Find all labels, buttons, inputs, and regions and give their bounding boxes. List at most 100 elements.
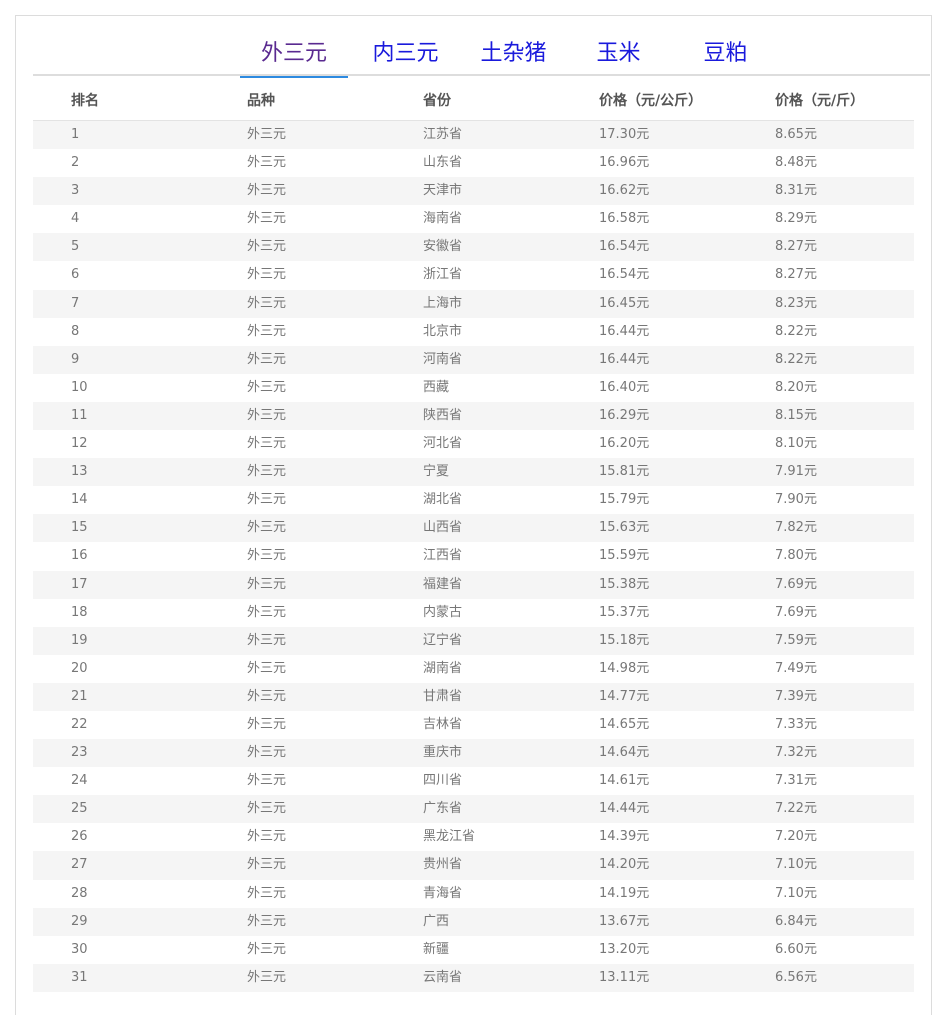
variety-cell: 外三元 bbox=[247, 716, 287, 732]
rank-cell: 9 bbox=[71, 351, 80, 367]
province-cell: 山东省 bbox=[423, 155, 463, 171]
price-kg-cell: 13.20元 bbox=[599, 941, 650, 957]
variety-cell: 外三元 bbox=[247, 295, 287, 311]
price-kg-cell: 16.62元 bbox=[599, 183, 650, 199]
rank-cell: 14 bbox=[71, 492, 88, 508]
rank-cell: 24 bbox=[71, 773, 88, 789]
price-jin-cell: 7.39元 bbox=[775, 688, 817, 704]
province-cell: 江西省 bbox=[423, 548, 463, 564]
price-jin-cell: 6.84元 bbox=[775, 913, 817, 929]
rank-cell: 19 bbox=[71, 632, 88, 648]
price-jin-cell: 7.31元 bbox=[775, 773, 817, 789]
rank-cell: 13 bbox=[71, 464, 88, 480]
variety-cell: 外三元 bbox=[247, 576, 287, 592]
price-jin-cell: 7.10元 bbox=[775, 885, 817, 901]
province-cell: 宁夏 bbox=[423, 464, 450, 480]
price-kg-cell: 17.30元 bbox=[599, 127, 650, 142]
rank-cell: 17 bbox=[71, 576, 88, 592]
price-jin-cell: 8.23元 bbox=[775, 295, 817, 311]
price-jin-cell: 8.31元 bbox=[775, 183, 817, 199]
table-row: 31 外三元 云南省 13.11元 6.56元 bbox=[33, 963, 914, 992]
table-row: 4 外三元 海南省 16.58元 8.29元 bbox=[33, 205, 914, 233]
rank-cell: 12 bbox=[71, 436, 88, 452]
province-cell: 贵州省 bbox=[423, 857, 463, 873]
price-kg-cell: 16.29元 bbox=[599, 407, 650, 423]
variety-cell: 外三元 bbox=[247, 183, 287, 199]
province-cell: 辽宁省 bbox=[423, 632, 463, 648]
rank-cell: 4 bbox=[71, 211, 80, 227]
price-jin-cell: 8.65元 bbox=[775, 127, 817, 142]
price-jin-cell: 8.22元 bbox=[775, 351, 817, 367]
tab-bar: 外三元 内三元 土杂猪 玉米 豆粕 bbox=[33, 38, 930, 78]
variety-cell: 外三元 bbox=[247, 127, 287, 142]
province-cell: 河北省 bbox=[423, 436, 463, 452]
table-row: 13 外三元 宁夏 15.81元 7.91元 bbox=[33, 458, 914, 487]
table-row: 23 外三元 重庆市 14.64元 7.32元 bbox=[33, 739, 914, 768]
province-cell: 湖北省 bbox=[423, 492, 463, 508]
tab-wai-san-yuan[interactable]: 外三元 bbox=[240, 38, 348, 78]
price-jin-cell: 6.60元 bbox=[775, 941, 817, 957]
table-row: 1 外三元 江苏省 17.30元 8.65元 bbox=[33, 121, 914, 150]
table-row: 11 外三元 陕西省 16.29元 8.15元 bbox=[33, 401, 914, 431]
table-row: 10 外三元 西藏 16.40元 8.20元 bbox=[33, 374, 914, 402]
header-rank: 排名 bbox=[71, 93, 99, 109]
rank-cell: 26 bbox=[71, 829, 88, 845]
price-jin-cell: 7.22元 bbox=[775, 801, 817, 817]
tab-dou-po[interactable]: 豆粕 bbox=[688, 38, 763, 76]
price-jin-cell: 8.22元 bbox=[775, 323, 817, 339]
rank-cell: 5 bbox=[71, 239, 80, 255]
table-row: 2 外三元 山东省 16.96元 8.48元 bbox=[33, 149, 914, 177]
province-cell: 新疆 bbox=[423, 941, 450, 957]
variety-cell: 外三元 bbox=[247, 351, 287, 367]
province-cell: 甘肃省 bbox=[423, 688, 463, 704]
tab-yu-mi[interactable]: 玉米 bbox=[581, 38, 656, 76]
price-jin-cell: 7.69元 bbox=[775, 604, 817, 620]
province-cell: 陕西省 bbox=[423, 407, 463, 423]
variety-cell: 外三元 bbox=[247, 407, 287, 423]
table-row: 16 外三元 江西省 15.59元 7.80元 bbox=[33, 542, 914, 570]
province-cell: 江苏省 bbox=[423, 127, 463, 142]
rank-cell: 1 bbox=[71, 127, 80, 142]
variety-cell: 外三元 bbox=[247, 913, 287, 929]
rank-cell: 30 bbox=[71, 941, 88, 957]
variety-cell: 外三元 bbox=[247, 436, 287, 452]
variety-cell: 外三元 bbox=[247, 941, 287, 957]
table-row: 20 外三元 湖南省 14.98元 7.49元 bbox=[33, 655, 914, 683]
variety-cell: 外三元 bbox=[247, 885, 287, 901]
price-jin-cell: 7.10元 bbox=[775, 857, 817, 873]
price-jin-cell: 7.49元 bbox=[775, 660, 817, 676]
table-row: 21 外三元 甘肃省 14.77元 7.39元 bbox=[33, 682, 914, 711]
table-row: 17 外三元 福建省 15.38元 7.69元 bbox=[33, 570, 914, 599]
table-header: 排名 品种 省份 价格（元/公斤） 价格（元/斤） bbox=[33, 78, 914, 121]
province-cell: 北京市 bbox=[423, 323, 463, 339]
table-row: 28 外三元 青海省 14.19元 7.10元 bbox=[33, 880, 914, 908]
rank-cell: 11 bbox=[71, 407, 88, 423]
variety-cell: 外三元 bbox=[247, 969, 287, 985]
table-row: 9 外三元 河南省 16.44元 8.22元 bbox=[33, 345, 914, 374]
price-kg-cell: 16.45元 bbox=[599, 295, 650, 311]
price-jin-cell: 8.27元 bbox=[775, 267, 817, 283]
rank-cell: 22 bbox=[71, 716, 88, 732]
variety-cell: 外三元 bbox=[247, 857, 287, 873]
price-jin-cell: 7.69元 bbox=[775, 576, 817, 592]
price-jin-cell: 7.59元 bbox=[775, 632, 817, 648]
price-kg-cell: 16.44元 bbox=[599, 351, 650, 367]
price-kg-cell: 13.67元 bbox=[599, 913, 650, 929]
province-cell: 黑龙江省 bbox=[423, 829, 476, 845]
price-kg-cell: 14.44元 bbox=[599, 801, 650, 817]
price-kg-cell: 14.65元 bbox=[599, 716, 650, 732]
province-cell: 河南省 bbox=[423, 351, 463, 367]
table-row: 6 外三元 浙江省 16.54元 8.27元 bbox=[33, 261, 914, 289]
price-jin-cell: 7.90元 bbox=[775, 492, 817, 508]
header-price-per-jin: 价格（元/斤） bbox=[775, 93, 865, 109]
header-price-per-kg: 价格（元/公斤） bbox=[599, 93, 703, 109]
price-kg-cell: 16.40元 bbox=[599, 379, 650, 395]
province-cell: 湖南省 bbox=[423, 660, 463, 676]
price-jin-cell: 7.80元 bbox=[775, 548, 817, 564]
variety-cell: 外三元 bbox=[247, 520, 287, 536]
tab-tu-za-zhu[interactable]: 土杂猪 bbox=[461, 38, 566, 76]
variety-cell: 外三元 bbox=[247, 211, 287, 227]
rank-cell: 8 bbox=[71, 323, 80, 339]
tab-nei-san-yuan[interactable]: 内三元 bbox=[353, 38, 458, 76]
price-jin-cell: 7.33元 bbox=[775, 716, 817, 732]
